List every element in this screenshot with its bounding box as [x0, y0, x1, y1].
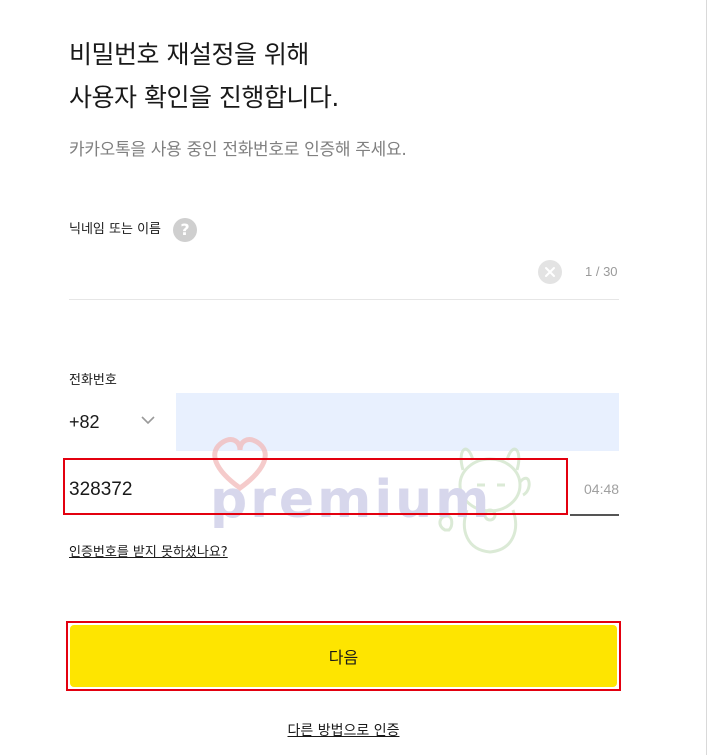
verification-code-underline	[570, 514, 619, 516]
page-right-border	[706, 0, 707, 755]
nickname-underline	[69, 299, 619, 300]
other-method-link[interactable]: 다른 방법으로 인증	[0, 721, 687, 741]
nickname-label: 닉네임 또는 이름	[69, 222, 161, 237]
chevron-down-icon	[141, 416, 155, 425]
resend-code-link[interactable]: 인증번호를 받지 못하셨나요?	[69, 544, 228, 562]
question-icon[interactable]: ?	[173, 218, 197, 242]
verification-timer: 04:48	[584, 481, 620, 497]
country-code-select[interactable]: +82	[69, 393, 169, 451]
nickname-input[interactable]	[69, 256, 524, 288]
page-title-line-2: 사용자 확인을 진행합니다.	[69, 83, 339, 112]
nickname-char-count: 1 / 30	[585, 264, 618, 279]
phone-label: 전화번호	[69, 373, 117, 388]
page-title-line-1: 비밀번호 재설정을 위해	[69, 40, 309, 69]
page-subtitle: 카카오톡을 사용 중인 전화번호로 인증해 주세요.	[69, 140, 407, 160]
clear-icon[interactable]	[538, 260, 562, 284]
country-code-value: +82	[69, 412, 100, 432]
phone-input[interactable]	[176, 393, 619, 451]
verification-code-input[interactable]	[69, 474, 559, 506]
page-title: 비밀번호 재설정을 위해 사용자 확인을 진행합니다.	[69, 33, 339, 119]
next-button[interactable]: 다음	[70, 625, 617, 687]
